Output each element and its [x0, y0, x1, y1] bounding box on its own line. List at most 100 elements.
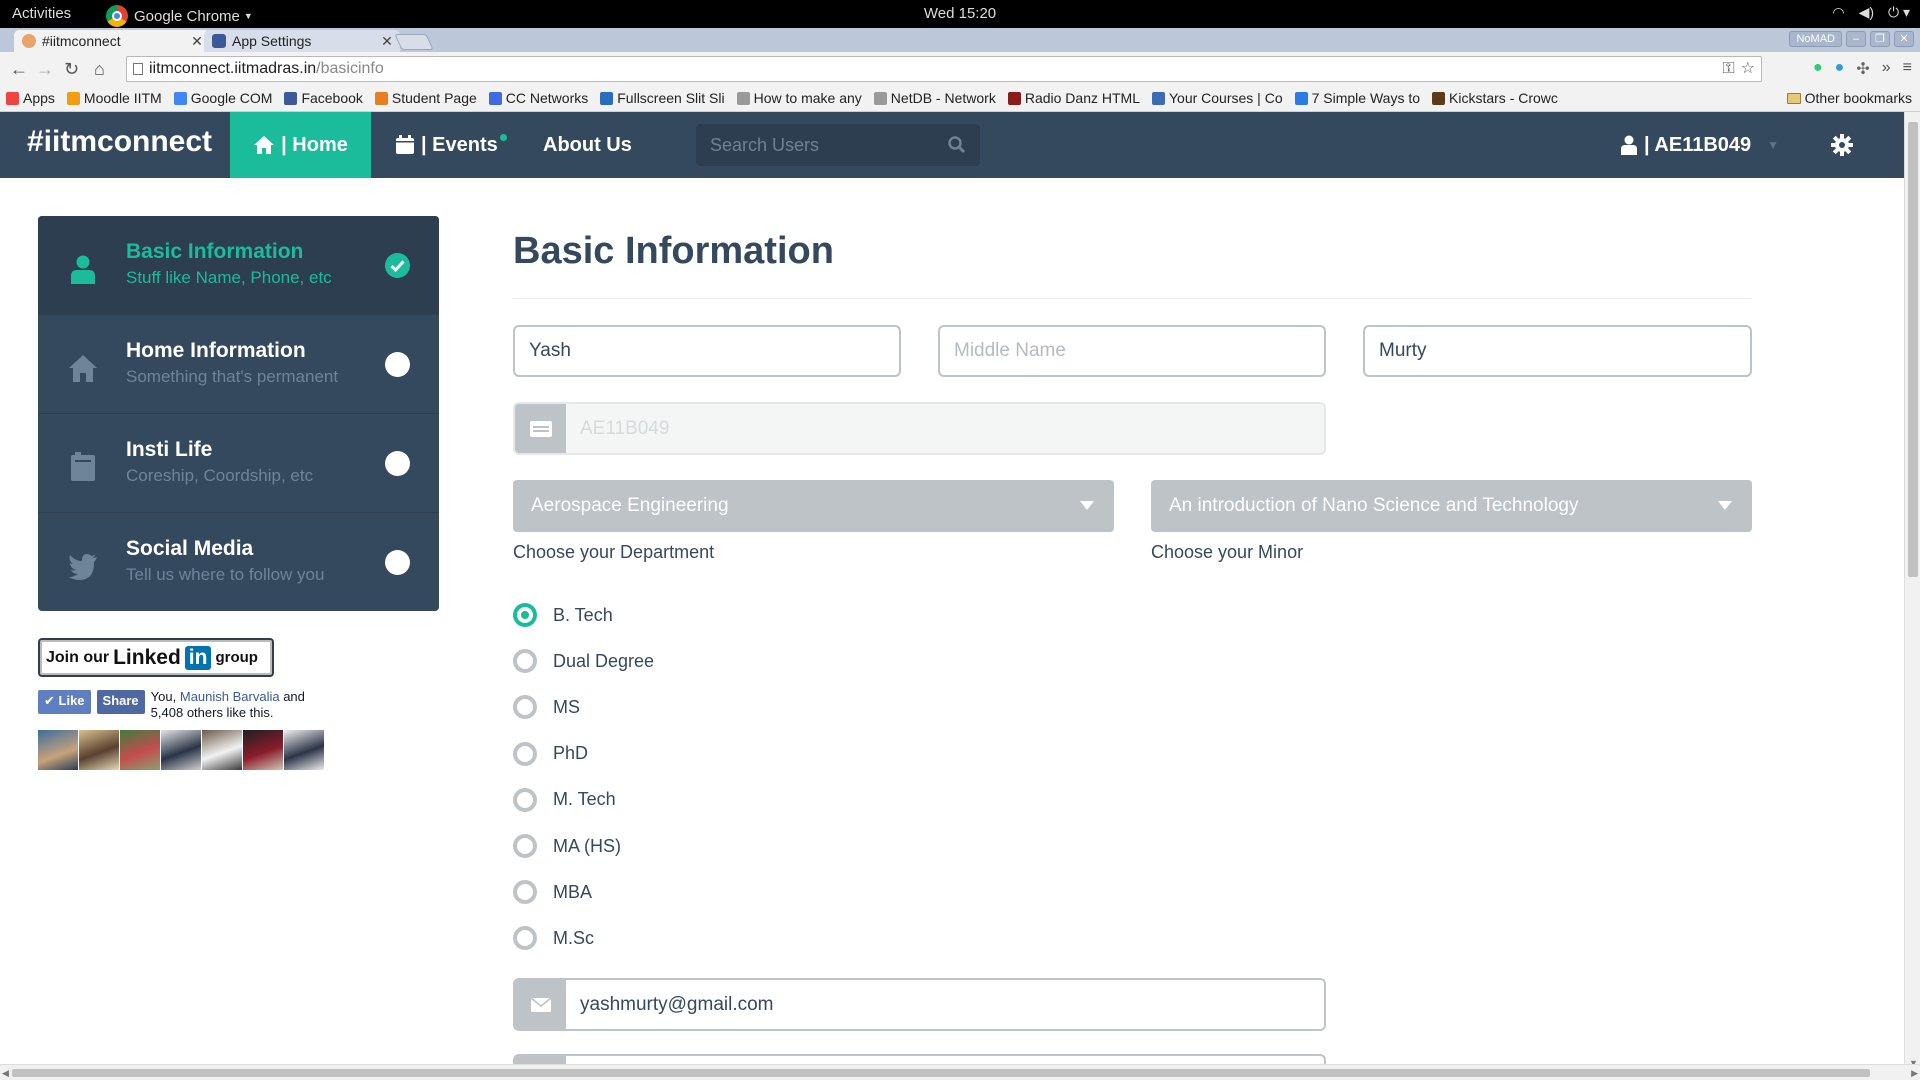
home-icon	[254, 136, 275, 154]
radio-ms[interactable]: MS	[513, 684, 654, 730]
radio-ma-hs[interactable]: MA (HS)	[513, 823, 654, 869]
avatar[interactable]	[202, 730, 242, 770]
step-home-information[interactable]: Home Information Something that's perman…	[38, 315, 439, 414]
tab-iitmconnect[interactable]: #iitmconnect ✕	[14, 30, 210, 52]
other-bookmarks[interactable]: Other bookmarks	[1786, 90, 1912, 106]
id-card-addon	[515, 404, 566, 453]
last-name-field[interactable]	[1363, 325, 1752, 377]
facebook-share-button[interactable]: Share	[96, 690, 145, 714]
wifi-icon: ◠	[1832, 4, 1845, 20]
bookmark-favicon-icon	[6, 91, 19, 105]
scroll-right-arrow-icon[interactable]: ▶	[1911, 1068, 1918, 1079]
user-menu[interactable]: | AE11B049 ▼	[1620, 112, 1779, 178]
menu-icon[interactable]: ≡	[1903, 59, 1912, 79]
bookmark-item[interactable]: 7 Simple Ways to	[1294, 90, 1420, 106]
back-arrow-icon[interactable]: ←	[10, 59, 28, 80]
address-bar[interactable]: iitmconnect.iitmadras.in/basicinfo ⚿ ☆	[126, 56, 1762, 82]
step-social-media[interactable]: Social Media Tell us where to follow you	[38, 513, 439, 611]
avatar[interactable]	[38, 730, 78, 770]
bookmark-item[interactable]: CC Networks	[488, 90, 588, 106]
radio-mtech[interactable]: M. Tech	[513, 777, 654, 823]
nav-about-label: About Us	[543, 134, 632, 156]
bookmark-item[interactable]: Your Courses | Co	[1151, 90, 1283, 106]
avatar[interactable]	[161, 730, 201, 770]
search-users	[696, 124, 980, 166]
scrollbar-thumb[interactable]	[1908, 122, 1918, 577]
vertical-scrollbar[interactable]: ▼	[1904, 112, 1920, 1068]
puzzle-icon[interactable]: ✣	[1856, 59, 1869, 79]
search-icon[interactable]	[948, 136, 966, 154]
site-brand[interactable]: #iitmconnect	[27, 125, 212, 159]
facebook-like-button[interactable]: ✔ Like	[38, 690, 91, 714]
minor-select[interactable]: An introduction of Nano Science and Tech…	[1151, 480, 1752, 532]
bookmark-label: Facebook	[301, 90, 363, 106]
department-select[interactable]: Aerospace Engineering	[513, 480, 1114, 532]
restore-icon[interactable]: ❐	[1870, 31, 1890, 47]
roll-number-group	[513, 402, 1326, 455]
overflow-chevron-icon[interactable]: »	[1882, 59, 1891, 79]
radio-mba[interactable]: MBA	[513, 869, 654, 915]
step-basic-information[interactable]: Basic Information Stuff like Name, Phone…	[38, 216, 439, 315]
facebook-like-count: You, Maunish Barvalia and 5,408 others l…	[151, 689, 321, 721]
fb-friend-link[interactable]: Maunish Barvalia	[180, 689, 280, 704]
step-insti-life[interactable]: Insti Life Coreship, Coordship, etc	[38, 414, 439, 513]
bookmark-item[interactable]: Radio Danz HTML	[1007, 90, 1140, 106]
clock[interactable]: Wed 15:20	[0, 5, 1920, 22]
home-icon[interactable]: ⌂	[94, 59, 105, 80]
middle-name-field[interactable]	[938, 325, 1326, 377]
radio-btech[interactable]: B. Tech	[513, 592, 654, 638]
close-icon[interactable]: ✕	[378, 33, 396, 50]
gear-icon[interactable]	[1830, 133, 1854, 157]
bookmark-item[interactable]: Kickstars - Crowc	[1432, 90, 1558, 106]
avatar[interactable]	[79, 730, 119, 770]
radio-label: M. Tech	[553, 789, 616, 810]
avatar[interactable]	[243, 730, 283, 770]
star-icon[interactable]: ☆	[1741, 57, 1755, 81]
email-field[interactable]	[566, 980, 1324, 1029]
reload-icon[interactable]: ↻	[64, 59, 79, 80]
bookmark-item[interactable]: Moodle IITM	[66, 90, 162, 106]
close-window-icon[interactable]: ✕	[1894, 31, 1914, 47]
minimize-icon[interactable]: –	[1846, 31, 1866, 47]
linkedin-group-button[interactable]: Join our Linked in group	[38, 638, 274, 677]
bookmark-item[interactable]: Google COM	[173, 90, 272, 106]
avatar[interactable]	[120, 730, 160, 770]
bookmark-item[interactable]: Student Page	[374, 90, 477, 106]
extension-blue-icon[interactable]: ●	[1835, 59, 1845, 79]
bookmark-item[interactable]: Apps	[6, 90, 55, 106]
search-input[interactable]	[696, 124, 926, 166]
key-icon[interactable]: ⚿	[1722, 57, 1734, 81]
notification-dot	[499, 134, 507, 141]
nav-home[interactable]: | Home	[230, 112, 371, 178]
profile-badge[interactable]: NoMAD	[1789, 31, 1842, 47]
bookmark-item[interactable]: How to make any	[736, 90, 862, 106]
avatar[interactable]	[284, 730, 324, 770]
tab-app-settings[interactable]: App Settings ✕	[204, 30, 400, 52]
calendar-icon	[396, 135, 414, 154]
radio-msc[interactable]: M.Sc	[513, 915, 654, 961]
first-name-field[interactable]	[513, 325, 901, 377]
bookmark-item[interactable]: Fullscreen Slit Sli	[600, 90, 725, 106]
minor-select-value: An introduction of Nano Science and Tech…	[1169, 495, 1579, 516]
radio-label: PhD	[553, 743, 589, 764]
extension-green-icon[interactable]: ●	[1813, 59, 1823, 79]
bookmark-label: Fullscreen Slit Sli	[617, 90, 725, 106]
email-group	[513, 978, 1326, 1031]
radio-dual-degree[interactable]: Dual Degree	[513, 638, 654, 684]
bookmark-item[interactable]: Facebook	[284, 90, 363, 106]
nav-about-us[interactable]: About Us	[543, 112, 632, 178]
horizontal-scrollbar[interactable]: ◀ ▶	[0, 1064, 1920, 1080]
bookmark-item[interactable]: NetDB - Network	[873, 90, 996, 106]
linkedin-prefix: Join our	[46, 648, 110, 666]
tab-strip: #iitmconnect ✕ App Settings ✕ NoMAD – ❐ …	[0, 28, 1920, 52]
new-tab-button[interactable]	[394, 34, 434, 50]
system-tray[interactable]: ◠ ◀) ⏻ ▾	[1832, 4, 1910, 21]
scrollbar-thumb[interactable]	[12, 1069, 1870, 1077]
radio-label: MS	[553, 696, 580, 717]
tab-label: App Settings	[232, 33, 312, 49]
forward-arrow-icon[interactable]: →	[36, 59, 54, 80]
nav-events[interactable]: | Events	[395, 112, 507, 178]
user-icon	[71, 255, 95, 284]
scroll-left-arrow-icon[interactable]: ◀	[2, 1068, 9, 1079]
radio-phd[interactable]: PhD	[513, 731, 654, 777]
